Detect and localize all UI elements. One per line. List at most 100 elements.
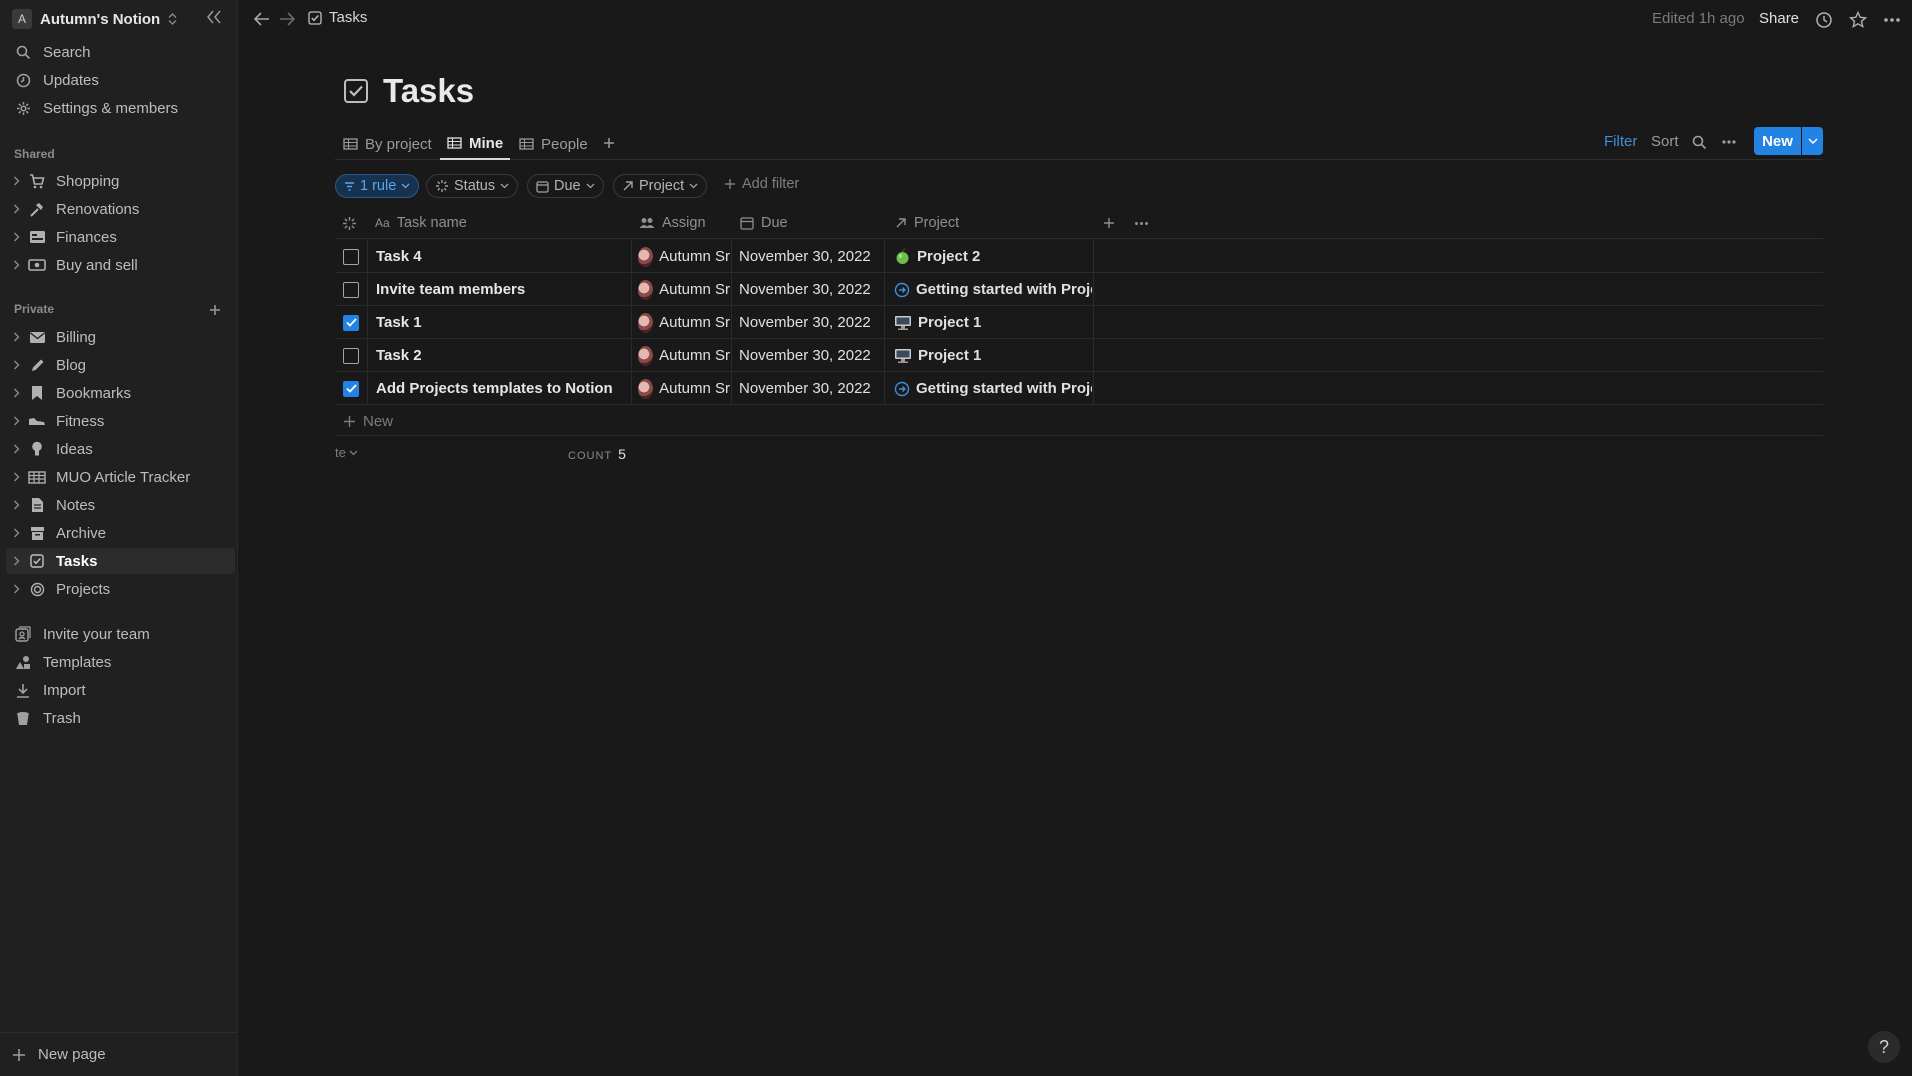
sidebar-item-renovations[interactable]: Renovations	[6, 196, 235, 222]
project-column-header[interactable]: Project	[895, 207, 959, 239]
task-checkbox[interactable]	[343, 240, 359, 273]
table-row[interactable]: Task 1 Autumn Sr November 30, 2022 Proje…	[335, 306, 1823, 339]
due-date[interactable]: November 30, 2022	[739, 339, 871, 372]
task-name-column-header[interactable]: Aa Task name	[375, 207, 467, 239]
add-private-page-icon[interactable]	[205, 300, 225, 320]
table-row[interactable]: Add Projects templates to Notion Autumn …	[335, 372, 1823, 405]
assignee[interactable]: Autumn Sr	[638, 273, 730, 306]
project-relation[interactable]: Getting started with Projec	[894, 273, 1092, 306]
help-button[interactable]: ?	[1868, 1031, 1900, 1063]
sidebar-item-blog[interactable]: Blog	[6, 352, 235, 378]
sidebar-item-templates[interactable]: Templates	[6, 649, 235, 675]
sort-button[interactable]: Sort	[1651, 133, 1679, 150]
sidebar-item-muo-article-tracker[interactable]: MUO Article Tracker	[6, 464, 235, 490]
share-button[interactable]: Share	[1759, 10, 1799, 27]
filter-rule-chip[interactable]: 1 rule	[335, 174, 420, 198]
sidebar-item-updates[interactable]: Updates	[6, 67, 235, 93]
due-date[interactable]: November 30, 2022	[739, 372, 871, 405]
due-date[interactable]: November 30, 2022	[739, 240, 871, 273]
table-row[interactable]: Invite team members Autumn Sr November 3…	[335, 273, 1823, 306]
new-button[interactable]: New	[1754, 127, 1801, 155]
chevron-right-icon[interactable]	[13, 176, 25, 186]
chevron-right-icon[interactable]	[13, 360, 25, 370]
assign-column-header[interactable]: Assign	[639, 207, 706, 239]
sidebar-item-fitness[interactable]: Fitness	[6, 408, 235, 434]
history-icon[interactable]	[1813, 9, 1835, 31]
star-icon[interactable]	[1847, 9, 1869, 31]
project-relation[interactable]: Project 1	[894, 339, 1092, 372]
chevron-right-icon[interactable]	[13, 260, 25, 270]
task-name[interactable]: Add Projects templates to Notion	[376, 372, 626, 405]
calculate-dropdown[interactable]: te	[335, 445, 358, 460]
sidebar-item-search[interactable]: Search	[6, 39, 235, 65]
project-relation[interactable]: Getting started with Projec	[894, 372, 1092, 405]
chevron-down-icon[interactable]	[1802, 127, 1823, 155]
chevron-right-icon[interactable]	[13, 416, 25, 426]
sidebar-item-import[interactable]: Import	[6, 677, 235, 703]
chevron-right-icon[interactable]	[13, 556, 25, 566]
project-relation[interactable]: Project 1	[894, 306, 1092, 339]
sidebar-item-billing[interactable]: Billing	[6, 324, 235, 350]
tab-by-project[interactable]: By project	[343, 128, 432, 160]
chevron-right-icon[interactable]	[13, 500, 25, 510]
chevron-right-icon[interactable]	[13, 232, 25, 242]
assignee[interactable]: Autumn Sr	[638, 339, 730, 372]
chevron-right-icon[interactable]	[13, 584, 25, 594]
add-filter-button[interactable]: Add filter	[724, 176, 799, 192]
chevron-right-icon[interactable]	[13, 528, 25, 538]
tab-people[interactable]: People	[519, 128, 588, 160]
sidebar-item-ideas[interactable]: Ideas	[6, 436, 235, 462]
filter-button[interactable]: Filter	[1604, 133, 1637, 150]
task-checkbox[interactable]	[343, 306, 359, 339]
task-name[interactable]: Task 2	[376, 339, 626, 372]
task-name[interactable]: Task 4	[376, 240, 626, 273]
workspace-switcher[interactable]: A Autumn's Notion	[12, 8, 177, 30]
table-row[interactable]: Task 4 Autumn Sr November 30, 2022 Proje…	[335, 240, 1823, 273]
task-checkbox[interactable]	[343, 339, 359, 372]
sidebar-item-finances[interactable]: Finances	[6, 224, 235, 250]
page-title[interactable]: Tasks	[383, 72, 474, 110]
add-property-icon[interactable]	[1103, 207, 1115, 239]
task-name[interactable]: Task 1	[376, 306, 626, 339]
collapse-sidebar-icon[interactable]	[205, 9, 225, 29]
task-checkbox[interactable]	[343, 273, 359, 306]
sidebar-item-bookmarks[interactable]: Bookmarks	[6, 380, 235, 406]
sidebar-item-notes[interactable]: Notes	[6, 492, 235, 518]
checkbox-checked[interactable]	[343, 380, 359, 397]
tab-mine[interactable]: Mine	[440, 128, 511, 160]
due-date[interactable]: November 30, 2022	[739, 273, 871, 306]
sidebar-item-trash[interactable]: Trash	[6, 705, 235, 731]
checkbox-unchecked[interactable]	[343, 281, 359, 298]
chevron-right-icon[interactable]	[13, 388, 25, 398]
assignee[interactable]: Autumn Sr	[638, 240, 730, 273]
view-options-icon[interactable]	[1719, 132, 1739, 152]
back-arrow-icon[interactable]	[252, 9, 272, 29]
more-options-icon[interactable]	[1881, 9, 1903, 31]
column-options-icon[interactable]	[1134, 207, 1149, 239]
sidebar-item-invite-team[interactable]: Invite your team	[6, 621, 235, 647]
table-row[interactable]: Task 2 Autumn Sr November 30, 2022 Proje…	[335, 339, 1823, 372]
sidebar-item-archive[interactable]: Archive	[6, 520, 235, 546]
checkbox-unchecked[interactable]	[343, 248, 359, 265]
breadcrumb[interactable]: Tasks	[308, 9, 367, 26]
sidebar-item-settings[interactable]: Settings & members	[6, 95, 235, 121]
add-view-icon[interactable]	[599, 133, 619, 153]
task-checkbox[interactable]	[343, 372, 359, 405]
status-column-header[interactable]	[342, 207, 357, 239]
chevron-right-icon[interactable]	[13, 332, 25, 342]
assignee[interactable]: Autumn Sr	[638, 306, 730, 339]
due-column-header[interactable]: Due	[740, 207, 788, 239]
sidebar-item-tasks[interactable]: Tasks	[6, 548, 235, 574]
project-relation[interactable]: Project 2	[894, 240, 1092, 273]
new-page-button[interactable]: New page	[0, 1032, 238, 1076]
chevron-right-icon[interactable]	[13, 204, 25, 214]
filter-due-chip[interactable]: Due	[527, 174, 604, 198]
sidebar-item-buy-and-sell[interactable]: Buy and sell	[6, 252, 235, 278]
sidebar-item-shopping[interactable]: Shopping	[6, 168, 235, 194]
checkbox-unchecked[interactable]	[343, 347, 359, 364]
checkbox-checked[interactable]	[343, 314, 359, 331]
sidebar-item-projects[interactable]: Projects	[6, 576, 235, 602]
chevron-right-icon[interactable]	[13, 444, 25, 454]
new-row-button[interactable]: New	[343, 413, 393, 430]
filter-status-chip[interactable]: Status	[426, 174, 519, 198]
